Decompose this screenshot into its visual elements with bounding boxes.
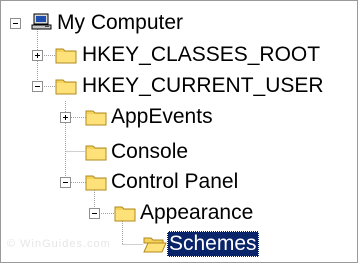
tree-label-my-computer[interactable]: My Computer — [55, 10, 185, 36]
open-folder-icon — [143, 235, 167, 253]
tree-label-hkey-classes-root[interactable]: HKEY_CLASSES_ROOT — [80, 42, 322, 68]
collapse-toggle-control-panel[interactable] — [60, 177, 71, 188]
tree-label-hkey-current-user[interactable]: HKEY_CURRENT_USER — [80, 73, 326, 99]
folder-icon — [85, 108, 107, 126]
tree-label-schemes[interactable]: Schemes — [167, 231, 259, 257]
tree-label-control-panel[interactable]: Control Panel — [109, 169, 240, 195]
folder-icon — [85, 173, 107, 191]
tree-label-appearance[interactable]: Appearance — [138, 200, 255, 226]
collapse-toggle-hkey-current-user[interactable] — [32, 81, 43, 92]
collapse-toggle-my-computer[interactable] — [10, 18, 21, 29]
folder-icon — [85, 143, 107, 161]
watermark-text: © WinGuides.com — [7, 238, 111, 250]
folder-icon — [114, 204, 136, 222]
folder-icon — [55, 77, 77, 95]
folder-icon — [55, 46, 77, 64]
computer-icon — [31, 13, 53, 31]
expand-toggle-hkey-classes-root[interactable] — [32, 50, 43, 61]
expand-toggle-appevents[interactable] — [60, 112, 71, 123]
registry-tree-panel: My Computer HKEY_CLASSES_ROOT HKEY_CURRE… — [0, 0, 358, 263]
tree-label-appevents[interactable]: AppEvents — [109, 104, 215, 130]
collapse-toggle-appearance[interactable] — [89, 208, 100, 219]
tree-label-console[interactable]: Console — [109, 139, 190, 165]
